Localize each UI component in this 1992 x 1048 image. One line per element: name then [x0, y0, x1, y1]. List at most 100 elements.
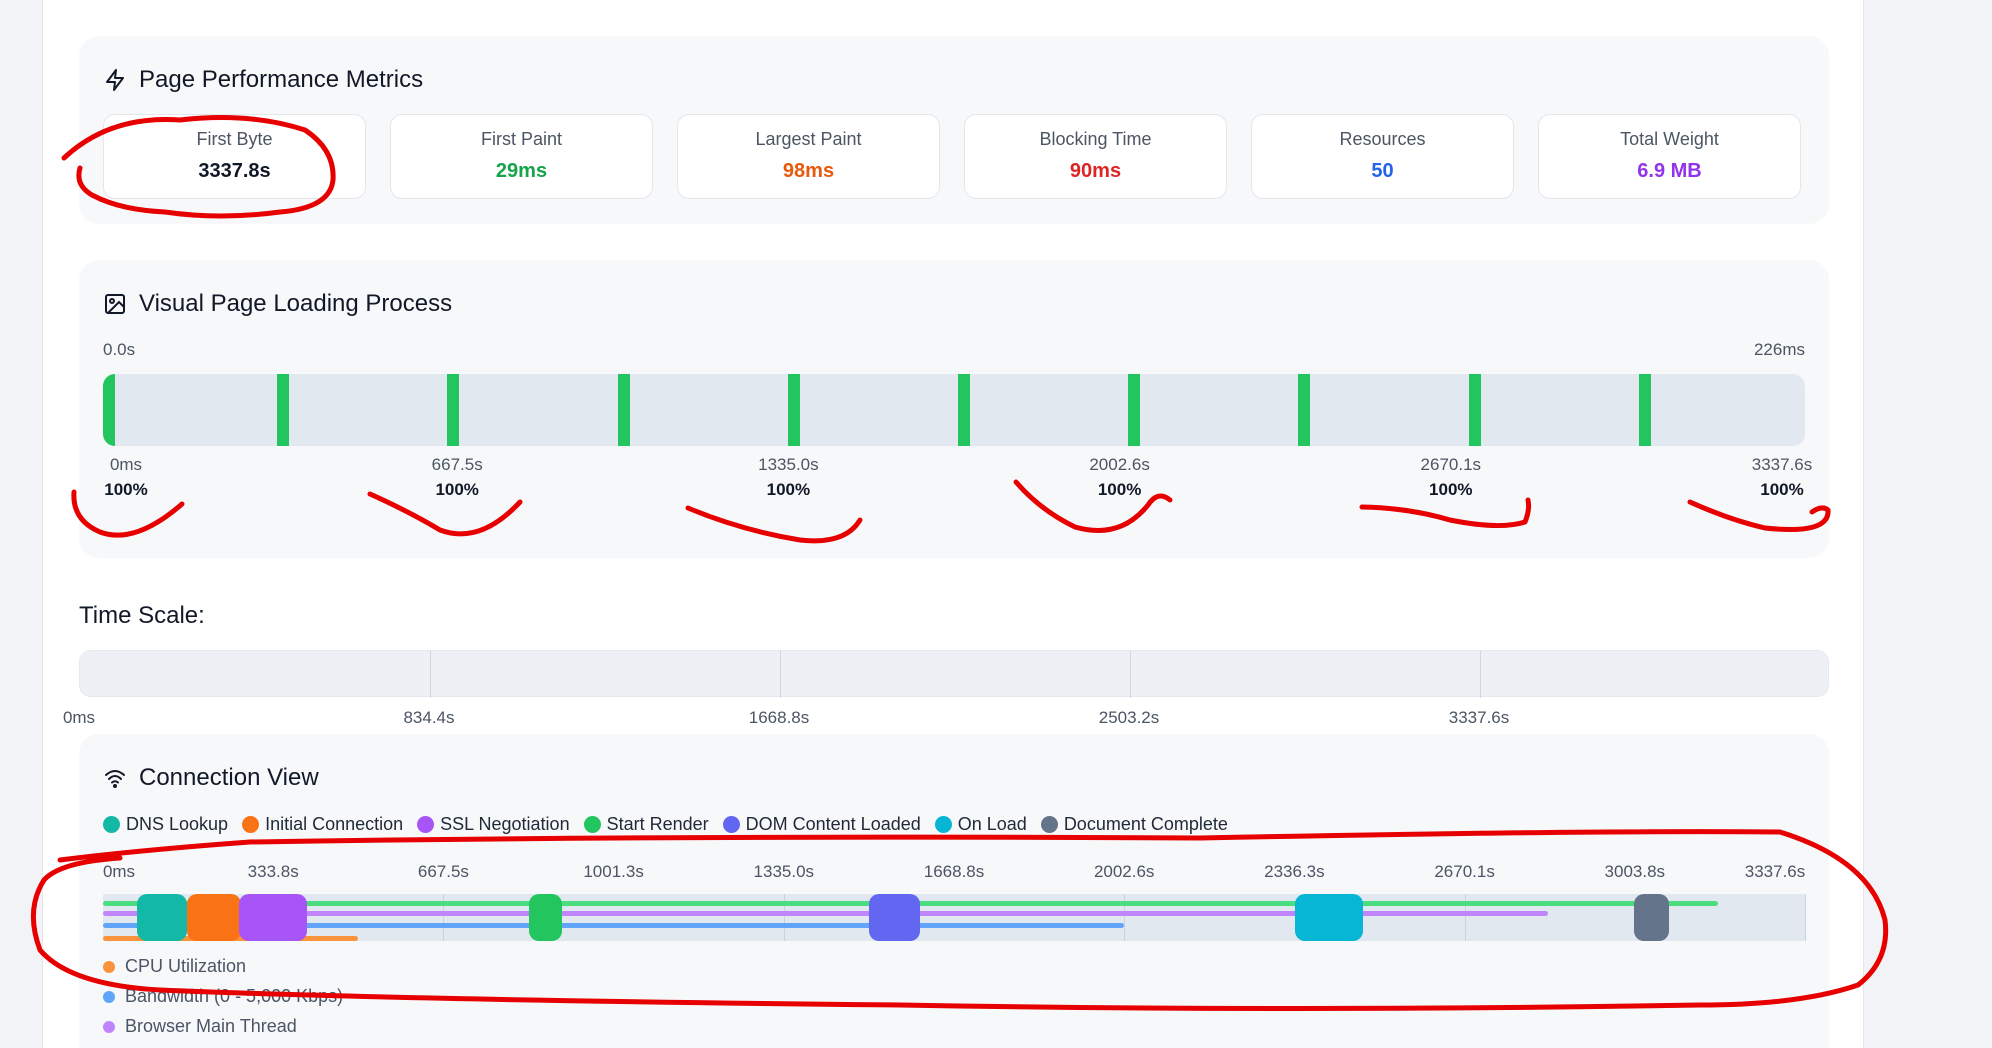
connection-gridline: [1805, 894, 1806, 941]
metric-value: 98ms: [782, 160, 835, 182]
visual-loading-title-text: Visual Page Loading Process: [139, 290, 453, 317]
image-icon: [105, 294, 125, 314]
legend-dot-icon: [242, 816, 260, 833]
document-complete-event[interactable]: [1634, 894, 1669, 941]
frame-marker[interactable]: [1298, 374, 1311, 446]
time-scale-gridline: [1130, 651, 1131, 698]
frame-marker[interactable]: [103, 374, 115, 446]
metrics-row: First Byte 3337.8s First Paint 29ms Largest …: [103, 114, 1801, 199]
legend-label: Initial Connection: [265, 814, 404, 834]
filmstrip-track: [103, 374, 1805, 446]
initial-connection-event[interactable]: [187, 894, 241, 941]
frame-label: 3337.6s 100%: [1722, 455, 1842, 500]
legend-item[interactable]: Start Render: [583, 814, 709, 835]
time-scale-tick: 0ms: [62, 708, 96, 727]
metric-card[interactable]: Largest Paint 98ms: [677, 114, 940, 199]
legend-label: SSL Negotiation: [440, 814, 570, 834]
metric-card[interactable]: Total Weight 6.9 MB: [1538, 114, 1801, 199]
visual-loading-title: Visual Page Loading Process: [103, 290, 452, 318]
time-scale-heading: Time Scale:: [79, 602, 205, 629]
metrics-card: Page Performance Metrics First Byte 3337.…: [79, 36, 1829, 224]
time-scale-gridline: [430, 651, 431, 698]
ssl-negotiation-event[interactable]: [239, 894, 307, 941]
frame-time: 667.5s: [431, 455, 483, 474]
frame-label: 2670.1s 100%: [1391, 455, 1511, 500]
legend-item[interactable]: SSL Negotiation: [417, 814, 570, 835]
frame-time: 2002.6s: [1089, 455, 1150, 474]
connection-axis-tick: 2002.6s: [1093, 862, 1155, 881]
metric-card[interactable]: Blocking Time 90ms: [964, 114, 1227, 199]
dns-lookup-event[interactable]: [137, 894, 187, 941]
timeline-end-label: 226ms: [1753, 340, 1805, 359]
connection-card: Connection View DNS Lookup Initial Connec…: [79, 734, 1829, 1048]
frame-percent: 100%: [435, 480, 479, 499]
frame-label: 2002.6s 100%: [1060, 455, 1180, 500]
legend-item[interactable]: DNS Lookup: [103, 814, 228, 835]
line-legend-item: Browser Main Thread: [103, 1016, 297, 1037]
legend-label: On Load: [957, 814, 1027, 834]
line-legend-label: CPU Utilization: [125, 956, 247, 976]
wifi-icon: [105, 770, 125, 788]
visual-loading-card: Visual Page Loading Process 0.0s 226ms 0…: [79, 260, 1829, 558]
metric-card[interactable]: First Paint 29ms: [390, 114, 653, 199]
line-legend-item: CPU Utilization: [103, 956, 246, 977]
metric-label: Resources: [1339, 129, 1426, 149]
on-load-event[interactable]: [1295, 894, 1363, 941]
line-legend-dot-icon: [103, 990, 115, 1003]
frame-label: 0ms 100%: [66, 455, 186, 500]
frame-percent: 100%: [1429, 480, 1473, 499]
frame-marker[interactable]: [787, 374, 800, 446]
metric-label: First Paint: [480, 129, 563, 149]
frame-marker[interactable]: [1128, 374, 1141, 446]
time-scale-tick: 1668.8s: [748, 708, 810, 727]
frame-label: 667.5s 100%: [397, 455, 517, 500]
legend-item[interactable]: On Load: [934, 814, 1027, 835]
legend-item[interactable]: DOM Content Loaded: [722, 814, 921, 835]
connection-axis-tick: 3337.6s: [1744, 862, 1806, 881]
metric-label: First Byte: [196, 129, 273, 149]
frame-percent: 100%: [1097, 480, 1142, 499]
frame-marker[interactable]: [1638, 374, 1651, 446]
line-legend-dot-icon: [103, 1020, 115, 1033]
line-legend-item: Bandwidth (0 - 5,000 Kbps): [103, 986, 343, 1007]
line-legend-dot-icon: [103, 960, 115, 973]
connection-axis-tick: 2336.3s: [1264, 862, 1325, 881]
time-scale-track: [79, 650, 1829, 698]
line-legend-label: Browser Main Thread: [125, 1016, 297, 1036]
metric-label: Total Weight: [1620, 129, 1719, 149]
timeline-start-label: 0.0s: [103, 340, 136, 359]
legend-item[interactable]: Document Complete: [1040, 814, 1228, 835]
frame-time: 0ms: [109, 455, 143, 474]
connection-axis-tick: 1668.8s: [923, 862, 985, 881]
frame-time: 1335.0s: [758, 455, 819, 474]
frame-marker[interactable]: [277, 374, 290, 446]
legend-dot-icon: [417, 816, 435, 833]
connection-axis-tick: 333.8s: [247, 862, 299, 881]
frame-percent: 100%: [766, 480, 811, 499]
connection-axis-tick: 2670.1s: [1434, 862, 1495, 881]
legend-label: DOM Content Loaded: [745, 814, 921, 834]
frame-marker[interactable]: [447, 374, 460, 446]
metric-card[interactable]: Resources 50: [1251, 114, 1514, 199]
frame-time: 2670.1s: [1420, 455, 1482, 474]
frame-marker[interactable]: [617, 374, 630, 446]
legend-label: Document Complete: [1063, 814, 1228, 834]
legend-dot-icon: [722, 816, 740, 833]
metric-label: Largest Paint: [755, 129, 862, 149]
page-container: Page Performance Metrics First Byte 3337.…: [42, 0, 1864, 1048]
start-render-event[interactable]: [529, 894, 562, 941]
metrics-title: Page Performance Metrics: [103, 66, 423, 94]
frame-time: 3337.6s: [1751, 455, 1813, 474]
metric-card[interactable]: First Byte 3337.8s: [103, 114, 366, 199]
connection-legend: DNS Lookup Initial Connection SSL Negotiat…: [103, 814, 1228, 835]
frame-marker[interactable]: [1468, 374, 1481, 446]
dom-content-loaded-event[interactable]: [869, 894, 920, 941]
legend-dot-icon: [934, 816, 952, 833]
legend-item[interactable]: Initial Connection: [242, 814, 403, 835]
metric-value: 3337.8s: [198, 160, 271, 182]
connection-axis-tick: 1001.3s: [583, 862, 644, 881]
frame-percent: 100%: [1760, 480, 1804, 499]
frame-marker[interactable]: [958, 374, 970, 446]
connection-axis-tick: 667.5s: [417, 862, 469, 881]
frame-percent: 100%: [104, 480, 148, 499]
